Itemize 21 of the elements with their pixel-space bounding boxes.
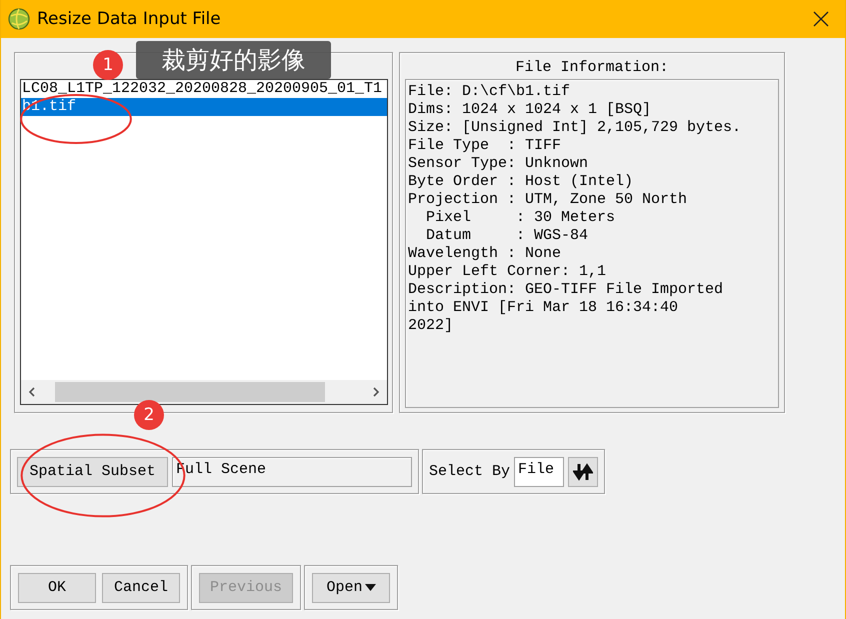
callout-tooltip: 裁剪好的影像 [136, 41, 331, 79]
sort-button[interactable] [568, 456, 598, 486]
dialog-button[interactable]: Cancel [102, 572, 180, 602]
panel-title: File Information: [514, 58, 670, 78]
caret-icon [364, 584, 376, 591]
callout-badge: 2 [134, 400, 164, 430]
scroll-right-icon[interactable] [371, 386, 381, 398]
file-list-item[interactable]: LC08_L1TP_122032_20200828_20200905_01_T1 [21, 80, 387, 98]
spatial-subset-button[interactable]: Spatial Subset [17, 456, 168, 486]
scroll-left-icon[interactable] [27, 386, 37, 398]
file-information-text: File: D:\cf\b1.tif Dims: 1024 x 1024 x 1 [BSQ] Size: [Unsigned Int] 2,105,729 bytes. File Type : TIFF Sensor Type: Unknown Byte Order : Host (Intel) Projection : UTM, Zone 50 North Pixel : 30 Meters Datum : WGS-84 Wavelength : None Upper Left Corner: 1,1 Description: GEO-TIFF File Imported into ENVI [Fri Mar 18 16:34:40 2022] [405, 79, 779, 408]
window-title: Resize Data Input File [37, 9, 222, 29]
globe-icon [8, 8, 30, 30]
open-menu-button[interactable]: Open [312, 572, 390, 602]
select-by-label: Select By [429, 463, 510, 480]
select-by-field[interactable]: File [514, 456, 564, 486]
close-icon[interactable] [813, 11, 829, 27]
dialog-button[interactable]: OK [18, 572, 96, 602]
callout-badge: 1 [93, 50, 123, 80]
horizontal-scrollbar[interactable] [21, 380, 387, 404]
sort-arrows-icon [572, 462, 593, 480]
